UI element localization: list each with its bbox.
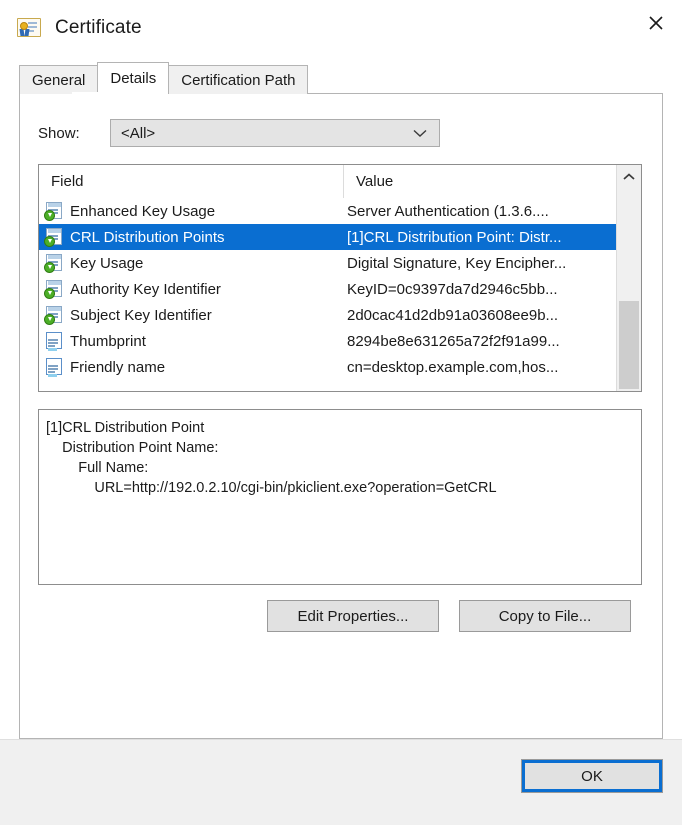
show-dropdown[interactable]: <All> [110, 119, 440, 147]
cell-field: Enhanced Key Usage [39, 201, 344, 221]
scroll-up-icon[interactable] [617, 165, 642, 189]
extension-icon [44, 253, 63, 273]
list-scrollbar[interactable] [616, 165, 641, 391]
list-rows: Enhanced Key Usage Server Authentication … [39, 198, 641, 391]
title-bar: Certificate [0, 0, 682, 56]
table-row[interactable]: Enhanced Key Usage Server Authentication … [39, 198, 641, 224]
table-row[interactable]: Authority Key Identifier KeyID=0c9397da7d… [39, 276, 641, 302]
column-header-field[interactable]: Field [39, 165, 344, 198]
cell-field-label: CRL Distribution Points [70, 228, 225, 246]
tab-panel-details: Show: <All> Field Value Enhanced Key Usa… [19, 93, 663, 739]
dialog-footer: OK [0, 739, 682, 825]
action-button-row: Edit Properties... Copy to File... [20, 600, 643, 632]
extension-icon [44, 227, 63, 247]
cell-value: cn=desktop.example.com,hos... [347, 358, 559, 376]
field-detail-textarea[interactable]: [1]CRL Distribution Point Distribution P… [38, 409, 642, 585]
table-row[interactable]: Thumbprint 8294be8e631265a72f2f91a99... [39, 328, 641, 354]
chevron-down-icon [411, 120, 429, 146]
certificate-icon [17, 18, 41, 38]
extension-icon [44, 305, 63, 325]
cell-field: Thumbprint [39, 331, 344, 351]
tab-certification-path[interactable]: Certification Path [168, 65, 309, 94]
window-title: Certificate [55, 17, 142, 38]
cell-field-label: Authority Key Identifier [70, 280, 221, 298]
property-icon [44, 331, 63, 351]
show-filter-row: Show: <All> [38, 119, 440, 147]
cell-value: Digital Signature, Key Encipher... [347, 254, 567, 272]
tab-general[interactable]: General [19, 65, 99, 94]
list-header: Field Value [39, 165, 641, 198]
scrollbar-track[interactable] [619, 189, 639, 389]
extension-icon [44, 279, 63, 299]
dialog-body: General Details Certification Path Show:… [0, 56, 682, 825]
table-row[interactable]: Friendly name cn=desktop.example.com,hos.… [39, 354, 641, 380]
show-dropdown-value: <All> [121, 124, 156, 142]
table-row[interactable]: Subject Key Identifier 2d0cac41d2db91a036… [39, 302, 641, 328]
show-label: Show: [38, 124, 80, 142]
cell-field: Key Usage [39, 253, 344, 273]
cell-field-label: Enhanced Key Usage [70, 202, 216, 220]
cell-field-label: Subject Key Identifier [70, 306, 212, 324]
tab-details[interactable]: Details [97, 62, 170, 94]
ok-button[interactable]: OK [521, 759, 663, 793]
cell-field: CRL Distribution Points [39, 227, 344, 247]
copy-to-file-button[interactable]: Copy to File... [459, 600, 631, 632]
property-icon [44, 357, 63, 377]
tab-strip: General Details Certification Path [19, 62, 309, 94]
field-list[interactable]: Field Value Enhanced Key Usage Server Aut… [38, 164, 642, 392]
tab-seam-mask [72, 92, 139, 95]
cell-field-label: Friendly name [70, 358, 166, 376]
cell-field: Friendly name [39, 357, 344, 377]
close-icon[interactable] [630, 0, 682, 46]
certificate-dialog: Certificate General Details Certificatio… [0, 0, 682, 825]
cell-value: 2d0cac41d2db91a03608ee9b... [347, 306, 559, 324]
table-row[interactable]: CRL Distribution Points [1]CRL Distributi… [39, 224, 641, 250]
cell-field-label: Thumbprint [70, 332, 146, 350]
cell-field: Subject Key Identifier [39, 305, 344, 325]
cell-field-label: Key Usage [70, 254, 144, 272]
cell-field: Authority Key Identifier [39, 279, 344, 299]
scrollbar-thumb[interactable] [619, 301, 639, 389]
extension-icon [44, 201, 63, 221]
column-header-value[interactable]: Value [344, 165, 641, 198]
cell-value: [1]CRL Distribution Point: Distr... [347, 228, 562, 246]
edit-properties-button[interactable]: Edit Properties... [267, 600, 439, 632]
cell-value: 8294be8e631265a72f2f91a99... [347, 332, 560, 350]
cell-value: KeyID=0c9397da7d2946c5bb... [347, 280, 558, 298]
cell-value: Server Authentication (1.3.6.... [347, 202, 549, 220]
table-row[interactable]: Key Usage Digital Signature, Key Encipher… [39, 250, 641, 276]
